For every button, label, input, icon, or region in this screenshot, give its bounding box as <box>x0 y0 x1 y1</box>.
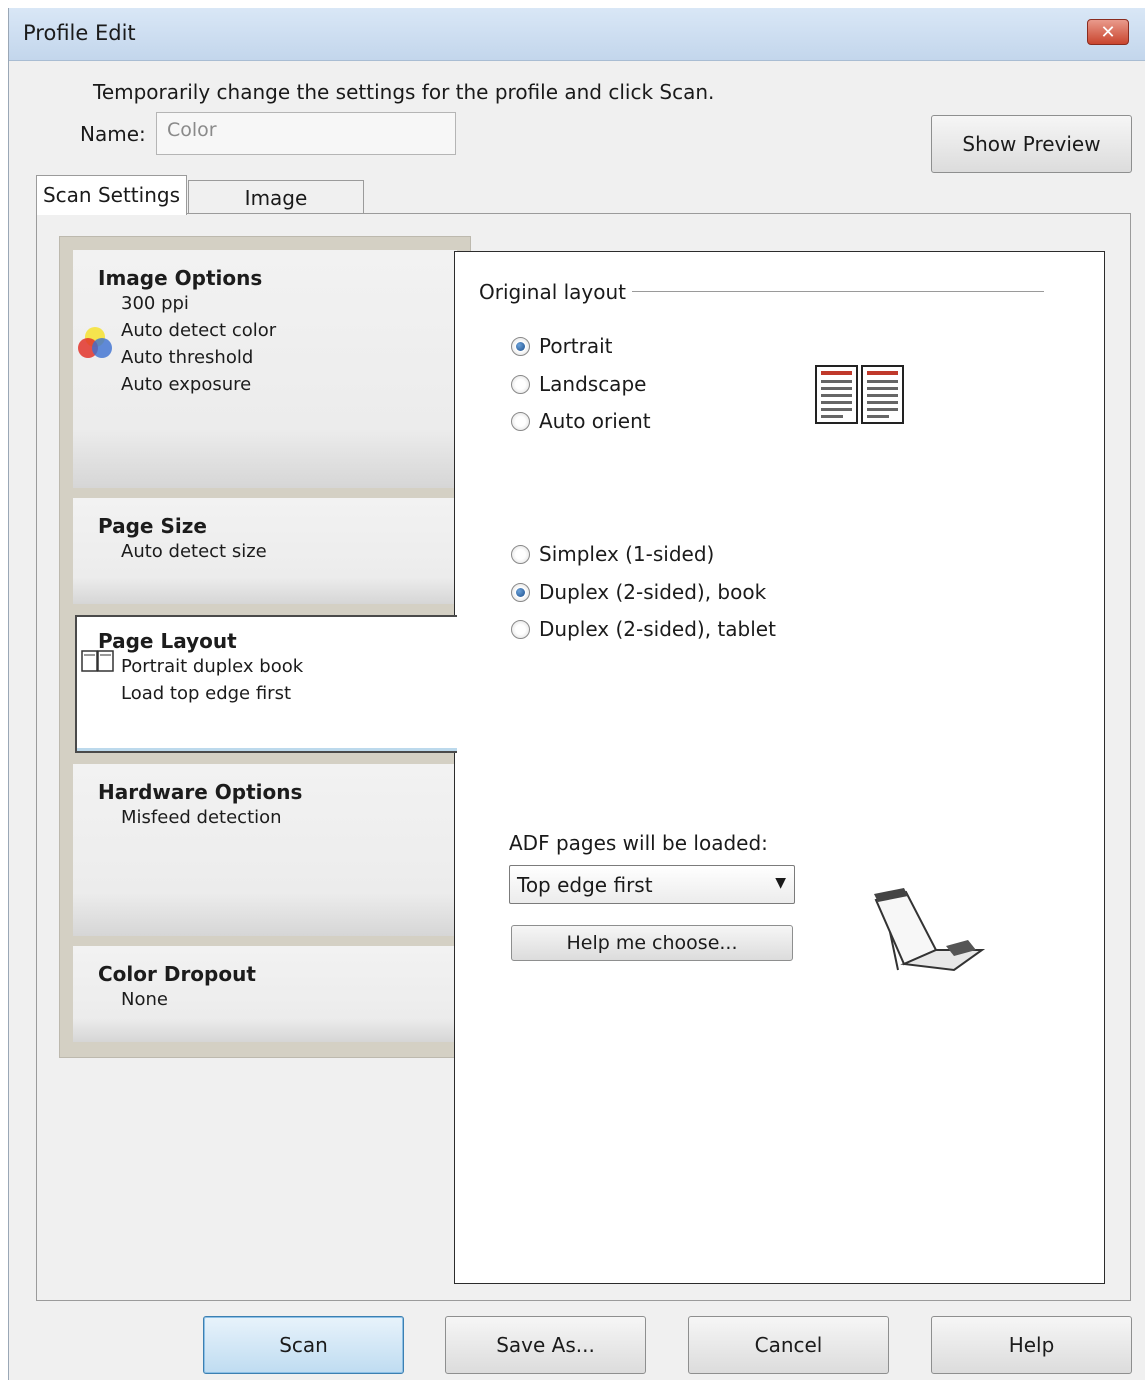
radio-simplex[interactable] <box>511 545 530 564</box>
show-preview-button[interactable]: Show Preview <box>931 115 1132 173</box>
close-button[interactable]: ✕ <box>1087 19 1129 45</box>
radio-label-duplex-book[interactable]: Duplex (2-sided), book <box>539 580 766 604</box>
nav-detail: 300 ppi <box>121 293 189 314</box>
nav-item-image-options[interactable]: Image Options 300 ppi Auto detect color … <box>73 250 457 488</box>
close-icon: ✕ <box>1100 22 1116 43</box>
radio-label-portrait[interactable]: Portrait <box>539 334 613 358</box>
nav-title: Image Options <box>98 266 263 290</box>
title-bar: Profile Edit ✕ <box>9 8 1145 61</box>
cancel-button[interactable]: Cancel <box>688 1316 889 1374</box>
nav-detail: Auto detect size <box>121 541 267 562</box>
help-button[interactable]: Help <box>931 1316 1132 1374</box>
nav-detail: None <box>121 989 168 1010</box>
nav-item-page-size[interactable]: Page Size Auto detect size <box>73 498 457 604</box>
nav-item-page-layout[interactable]: Page Layout Portrait duplex book Load to… <box>75 615 457 753</box>
nav-detail: Misfeed detection <box>121 807 282 828</box>
instruction-text: Temporarily change the settings for the … <box>93 80 715 104</box>
radio-duplex-tablet[interactable] <box>511 620 530 639</box>
original-layout-group-title: Original layout <box>479 280 633 304</box>
radio-label-simplex[interactable]: Simplex (1-sided) <box>539 542 714 566</box>
radio-duplex-book[interactable] <box>511 583 530 602</box>
adf-load-dropdown[interactable]: Top edge first ▼ <box>509 865 795 904</box>
name-field[interactable]: Color <box>156 112 456 155</box>
nav-detail: Auto detect color <box>121 320 277 341</box>
radio-auto-orient[interactable] <box>511 412 530 431</box>
nav-detail: Auto exposure <box>121 374 252 395</box>
radio-portrait[interactable] <box>511 337 530 356</box>
group-divider <box>617 291 1044 292</box>
adf-selected-value: Top edge first <box>517 873 653 897</box>
adf-label: ADF pages will be loaded: <box>509 831 768 855</box>
scanner-adf-icon <box>874 888 986 972</box>
radio-label-landscape[interactable]: Landscape <box>539 372 646 396</box>
page-layout-content <box>454 251 1105 1284</box>
tab-scan-settings[interactable]: Scan Settings <box>36 175 187 215</box>
two-page-layout-icon <box>81 650 114 672</box>
scan-button[interactable]: Scan <box>203 1316 404 1374</box>
nav-item-hardware-options[interactable]: Hardware Options Misfeed detection <box>73 764 457 936</box>
color-circles-icon <box>78 327 112 358</box>
tab-image-processing[interactable]: Image Processing <box>188 180 364 244</box>
duplex-book-pages-icon <box>815 365 904 424</box>
nav-detail: Auto threshold <box>121 347 254 368</box>
save-as-button[interactable]: Save As... <box>445 1316 646 1374</box>
nav-detail: Portrait duplex book <box>121 656 304 677</box>
chevron-down-icon: ▼ <box>775 875 786 891</box>
radio-label-auto-orient[interactable]: Auto orient <box>539 409 651 433</box>
nav-title: Color Dropout <box>98 962 256 986</box>
radio-label-duplex-tablet[interactable]: Duplex (2-sided), tablet <box>539 617 776 641</box>
nav-title: Page Size <box>98 514 207 538</box>
profile-edit-window: Profile Edit ✕ Temporarily change the se… <box>8 8 1145 1380</box>
help-me-choose-button[interactable]: Help me choose... <box>511 925 793 961</box>
window-title: Profile Edit <box>23 21 136 45</box>
nav-item-color-dropout[interactable]: Color Dropout None <box>73 946 457 1042</box>
nav-title: Hardware Options <box>98 780 303 804</box>
name-label: Name: <box>80 122 146 146</box>
nav-title: Page Layout <box>98 629 237 653</box>
nav-detail: Load top edge first <box>121 683 292 704</box>
radio-landscape[interactable] <box>511 375 530 394</box>
